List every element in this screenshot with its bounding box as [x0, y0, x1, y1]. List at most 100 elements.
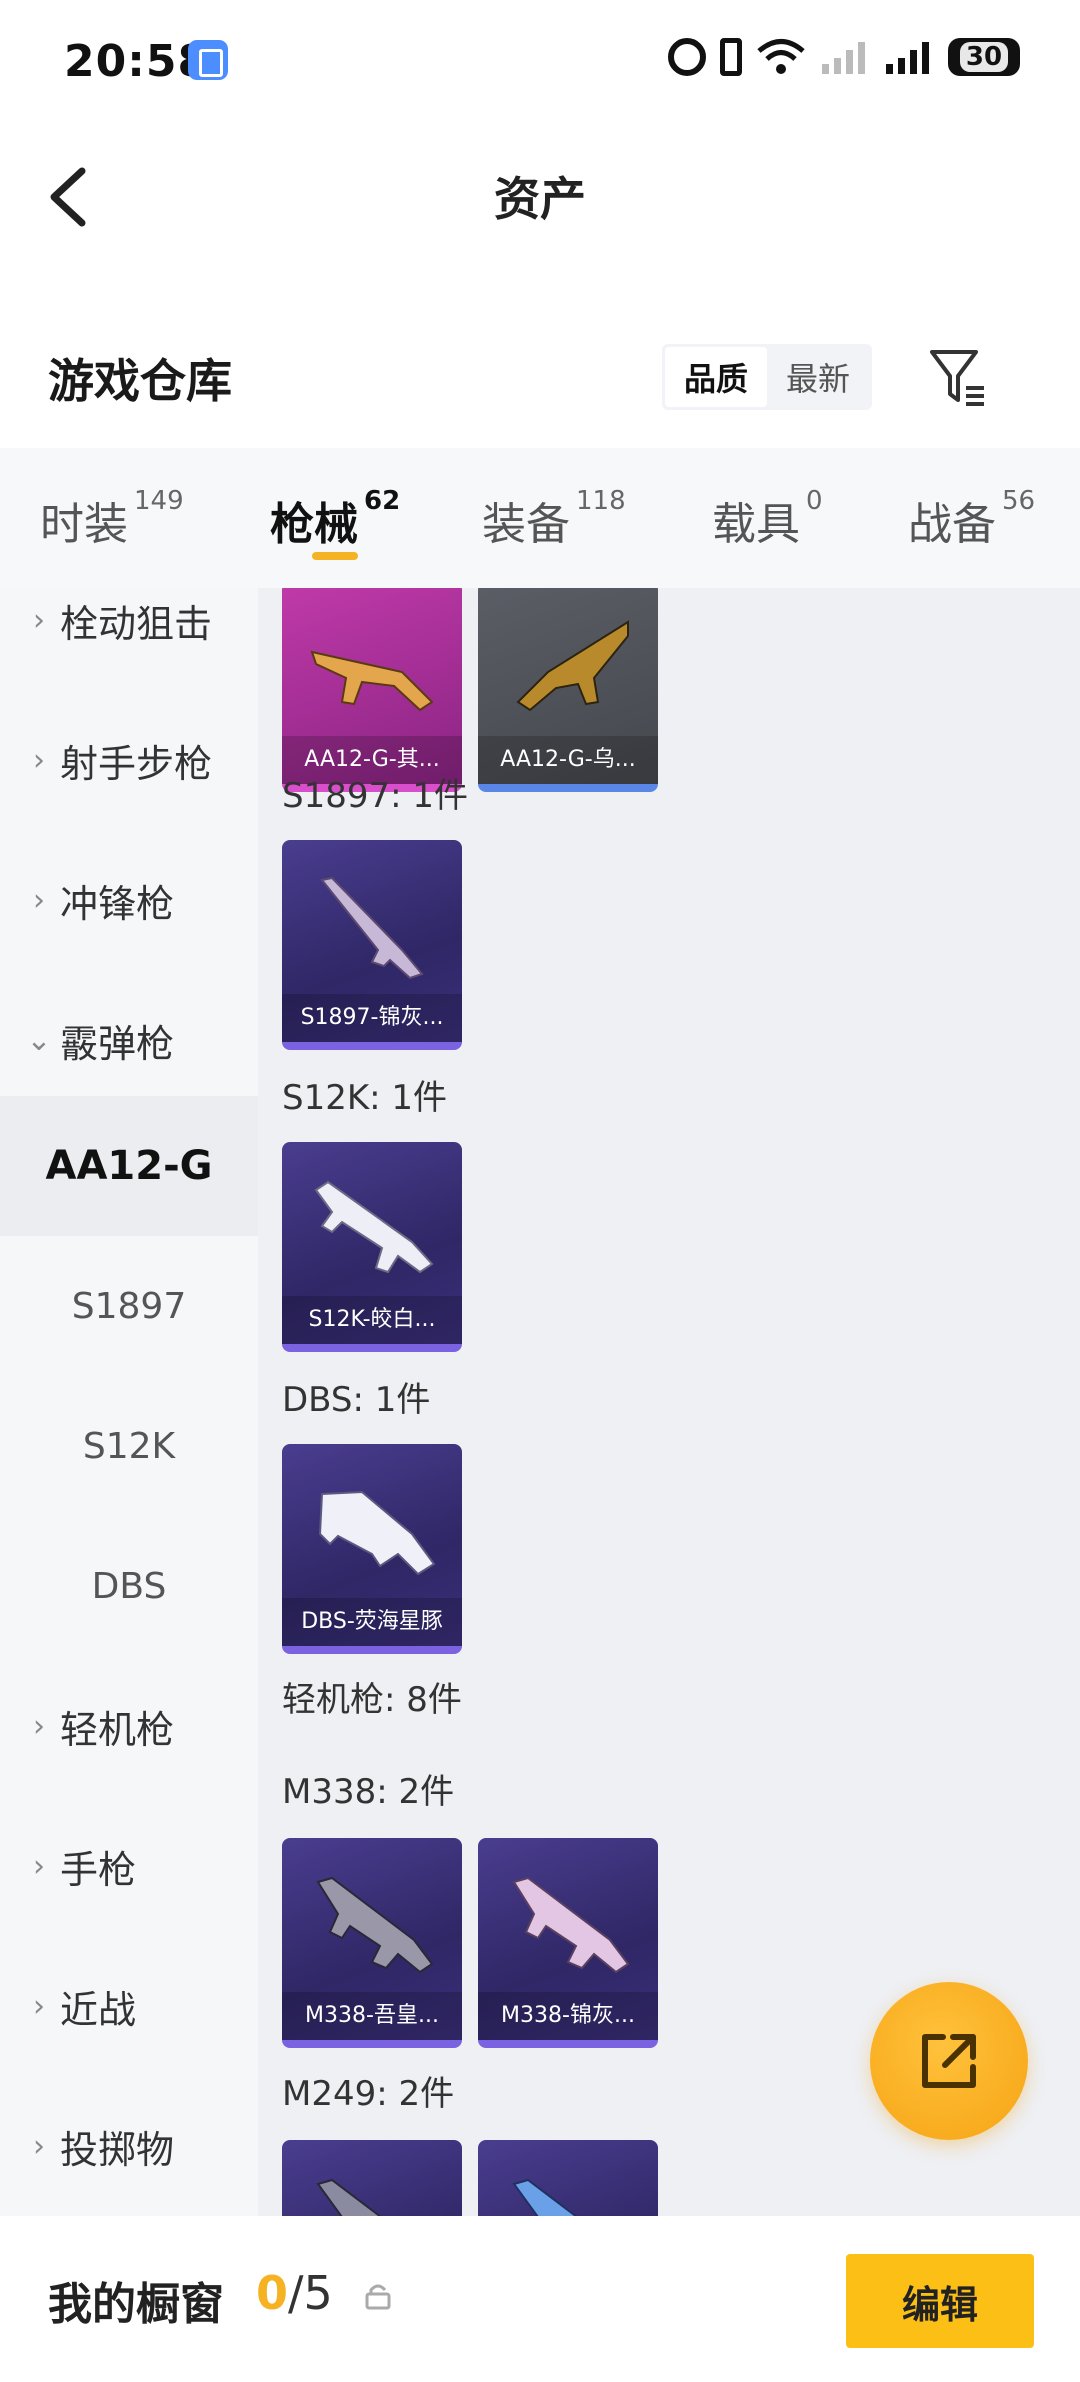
sidebar-item-bolt-sniper[interactable]: › 栓动狙击 — [0, 588, 258, 690]
sidebar-item-pistol[interactable]: › 手枪 — [0, 1796, 258, 1936]
chevron-right-icon: › — [33, 2128, 45, 2164]
sidebar-item-marksman[interactable]: › 射手步枪 — [0, 690, 258, 830]
sidebar-item-label: 近战 — [60, 1987, 137, 2032]
weapon-name: S1897-锦灰... — [282, 994, 462, 1042]
gun-icon — [318, 1490, 436, 1576]
status-bar: 20:58 30 — [0, 0, 1080, 125]
edit-button[interactable]: 编辑 — [846, 2254, 1034, 2348]
tab-label: 装备 — [482, 499, 570, 550]
chevron-right-icon: › — [33, 602, 45, 638]
weapon-card[interactable]: M338-锦灰... — [478, 1838, 658, 2048]
sidebar-item-label: 栓动狙击 — [60, 601, 213, 646]
chevron-right-icon: › — [33, 742, 45, 778]
gun-icon — [512, 2178, 578, 2216]
status-icons: 30 — [668, 38, 1020, 76]
weapon-card[interactable]: AA12-G-其... — [282, 588, 462, 792]
sidebar-subitem-dbs[interactable]: DBS — [0, 1516, 258, 1656]
sidebar-subitem-aa12g[interactable]: AA12-G — [0, 1096, 258, 1236]
battery-icon: 30 — [948, 38, 1020, 76]
group-label: M249: 2件 — [282, 2074, 455, 2114]
sidebar-item-label: 投掷物 — [60, 2127, 175, 2172]
category-tabs: 时装 149 枪械 62 装备 118 载具 0 战备 56 — [0, 448, 1080, 588]
weapon-card[interactable] — [478, 2140, 658, 2216]
showcase-title: 我的橱窗 — [48, 2279, 224, 2330]
warehouse-title: 游戏仓库 — [48, 354, 232, 408]
sidebar-item-label: 射手步枪 — [60, 741, 213, 786]
tab-label: 枪械 — [270, 499, 358, 550]
weapon-card[interactable]: S12K-皎白... — [282, 1142, 462, 1352]
gun-icon — [316, 2178, 382, 2216]
sort-quality-button[interactable]: 品质 — [665, 347, 767, 407]
gun-icon — [310, 650, 434, 712]
tab-supplies[interactable]: 战备 56 — [908, 486, 1036, 552]
signal-5g-icon — [884, 38, 934, 76]
showcase-count: 0/5 — [256, 2266, 333, 2320]
vibrate-icon — [720, 38, 742, 76]
tab-fashion[interactable]: 时装 149 — [40, 486, 184, 552]
sidebar-item-shotgun[interactable]: ⌄ 霰弹枪 — [0, 970, 258, 1110]
weapon-inventory-list: AA12-G-其... AA12-G-乌... S1897: 1件 S1897-… — [258, 588, 1080, 2216]
battery-level: 30 — [959, 42, 1009, 72]
weapon-card[interactable]: S1897-锦灰... — [282, 840, 462, 1050]
notification-app-icon — [188, 40, 228, 80]
tab-count: 0 — [806, 486, 823, 516]
weapon-card[interactable]: DBS-荧海星豚 — [282, 1444, 462, 1654]
showcase-total: /5 — [288, 2266, 333, 2320]
external-link-icon — [922, 2034, 976, 2088]
tab-count: 149 — [134, 486, 184, 516]
sidebar-item-label: 霰弹枪 — [60, 1021, 175, 1066]
tab-equipment[interactable]: 装备 118 — [482, 486, 626, 552]
alarm-icon — [668, 38, 706, 76]
tab-label: 战备 — [908, 499, 996, 550]
sort-newest-button[interactable]: 最新 — [767, 347, 869, 407]
chevron-right-icon: › — [33, 1848, 45, 1884]
gun-icon — [320, 876, 424, 980]
chevron-right-icon: › — [33, 1988, 45, 2024]
wifi-icon — [756, 38, 806, 76]
sidebar-item-label: 轻机枪 — [60, 1707, 175, 1752]
weapon-name: M338-吾皇... — [282, 1992, 462, 2040]
weapon-name: M338-锦灰... — [478, 1992, 658, 2040]
tab-count: 118 — [576, 486, 626, 516]
weapon-name: S12K-皎白... — [282, 1296, 462, 1344]
tab-count: 62 — [364, 486, 401, 516]
weapon-card[interactable]: M338-吾皇... — [282, 1838, 462, 2048]
lock-icon — [365, 2284, 391, 2310]
tab-label: 载具 — [712, 499, 800, 550]
chevron-down-icon: ⌄ — [26, 1022, 52, 1058]
tab-firearms[interactable]: 枪械 62 — [270, 486, 401, 552]
share-button[interactable] — [870, 1982, 1028, 2140]
group-label: DBS: 1件 — [282, 1380, 431, 1420]
sidebar-subitem-s12k[interactable]: S12K — [0, 1376, 258, 1516]
weapon-card[interactable] — [282, 2140, 462, 2216]
weapon-name: AA12-G-乌... — [478, 736, 658, 784]
page-title: 资产 — [494, 172, 586, 226]
chevron-right-icon: › — [33, 882, 45, 918]
tab-count: 56 — [1002, 486, 1036, 516]
weapon-card[interactable]: AA12-G-乌... — [478, 588, 658, 792]
sidebar-item-throwable[interactable]: › 投掷物 — [0, 2076, 258, 2216]
showcase-bar: 我的橱窗 0/5 编辑 — [0, 2216, 1080, 2382]
sidebar-item-label: 手枪 — [60, 1847, 137, 1892]
sidebar-item-lmg[interactable]: › 轻机枪 — [0, 1656, 258, 1796]
header: 资产 — [0, 125, 1080, 255]
group-label: S12K: 1件 — [282, 1078, 448, 1118]
showcase-current: 0 — [256, 2266, 289, 2320]
active-tab-indicator — [312, 552, 358, 560]
sidebar-item-smg[interactable]: › 冲锋枪 — [0, 830, 258, 970]
weapon-category-sidebar: › 栓动狙击 › 射手步枪 › 冲锋枪 ⌄ 霰弹枪 AA12-G S1897 S12K … — [0, 588, 258, 2216]
signal-icon — [820, 38, 870, 76]
sidebar-subitem-s1897[interactable]: S1897 — [0, 1236, 258, 1376]
gun-icon — [516, 620, 629, 712]
tab-label: 时装 — [40, 499, 128, 550]
sidebar-item-label: 冲锋枪 — [60, 881, 175, 926]
chevron-right-icon: › — [33, 1708, 45, 1744]
weapon-name: DBS-荧海星豚 — [282, 1598, 462, 1646]
gun-icon — [314, 1180, 434, 1274]
group-label: S1897: 1件 — [282, 776, 469, 816]
filter-icon[interactable] — [926, 346, 988, 408]
sidebar-item-melee[interactable]: › 近战 — [0, 1936, 258, 2076]
gun-icon — [316, 1876, 434, 1974]
sort-toggle: 品质 最新 — [662, 344, 872, 410]
tab-vehicles[interactable]: 载具 0 — [712, 486, 823, 552]
